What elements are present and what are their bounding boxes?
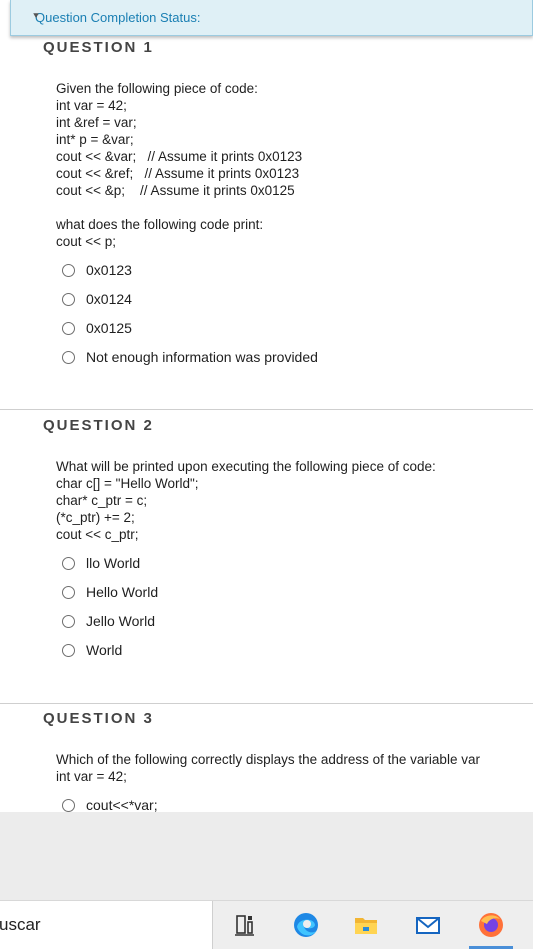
search-text: uscar [0,915,41,934]
code-line: cout << &var; // Assume it prints 0x0123 [56,149,303,164]
question-1-body: Given the following piece of code: int v… [56,80,302,250]
code-line: char* c_ptr = c; [56,493,148,508]
radio-button[interactable] [62,350,75,364]
taskbar-search-box[interactable]: uscar [0,901,213,949]
radio-button[interactable] [62,321,75,335]
code-line: Which of the following correctly display… [56,752,480,767]
option-label: 0x0123 [86,262,132,278]
code-line: cout << &p; // Assume it prints 0x0125 [56,183,295,198]
divider [0,703,533,704]
question-1-option-3[interactable]: 0x0125 [62,320,132,336]
code-line: what does the following code print: [56,217,264,232]
chevron-down-icon[interactable]: ⯆ [32,11,40,22]
taskbar: uscar [0,900,533,949]
option-label: 0x0124 [86,291,132,307]
question-1-title: QUESTION 1 [43,39,154,56]
edge-icon[interactable] [292,911,320,939]
radio-button[interactable] [62,263,75,277]
code-line: (*c_ptr) += 2; [56,510,135,525]
radio-button[interactable] [62,292,75,306]
code-line: char c[] = "Hello World"; [56,476,199,491]
radio-button[interactable] [62,585,75,599]
question-3-title: QUESTION 3 [43,710,154,727]
option-label: llo World [86,555,141,571]
code-line: What will be printed upon executing the … [56,459,436,474]
code-line: cout << c_ptr; [56,527,139,542]
option-label: Not enough information was provided [86,349,318,365]
radio-button[interactable] [62,556,75,570]
divider [0,409,533,410]
option-label: Jello World [86,613,155,629]
question-2-option-3[interactable]: Jello World [62,613,155,629]
code-line: cout << &ref; // Assume it prints 0x0123 [56,166,300,181]
window-background [0,812,533,900]
radio-button[interactable] [62,798,75,812]
code-line: int var = 42; [56,98,127,113]
code-line: cout << p; [56,234,117,249]
question-completion-status[interactable]: ⯆ Question Completion Status: [10,0,533,36]
file-explorer-icon[interactable] [352,911,380,939]
question-2-option-2[interactable]: Hello World [62,584,158,600]
question-2-option-4[interactable]: World [62,642,122,658]
option-label: World [86,642,123,658]
question-3-option-1[interactable]: cout<<*var; [62,797,158,813]
radio-button[interactable] [62,614,75,628]
task-view-icon[interactable] [233,911,261,939]
radio-button[interactable] [62,643,75,657]
status-label: Question Completion Status: [35,10,201,25]
question-1-option-4[interactable]: Not enough information was provided [62,349,318,365]
option-label: 0x0125 [86,320,132,336]
mail-icon[interactable] [414,911,442,939]
option-label: Hello World [86,584,159,600]
question-3-body: Which of the following correctly display… [56,751,480,785]
question-1-option-2[interactable]: 0x0124 [62,291,132,307]
code-line: Given the following piece of code: [56,81,258,96]
code-line: int var = 42; [56,769,127,784]
question-2-body: What will be printed upon executing the … [56,458,436,543]
code-line: int* p = &var; [56,132,134,147]
question-1-option-1[interactable]: 0x0123 [62,262,132,278]
code-line: int &ref = var; [56,115,137,130]
option-label: cout<<*var; [86,797,158,813]
question-2-title: QUESTION 2 [43,417,154,434]
firefox-icon[interactable] [477,911,505,939]
question-2-option-1[interactable]: llo World [62,555,140,571]
